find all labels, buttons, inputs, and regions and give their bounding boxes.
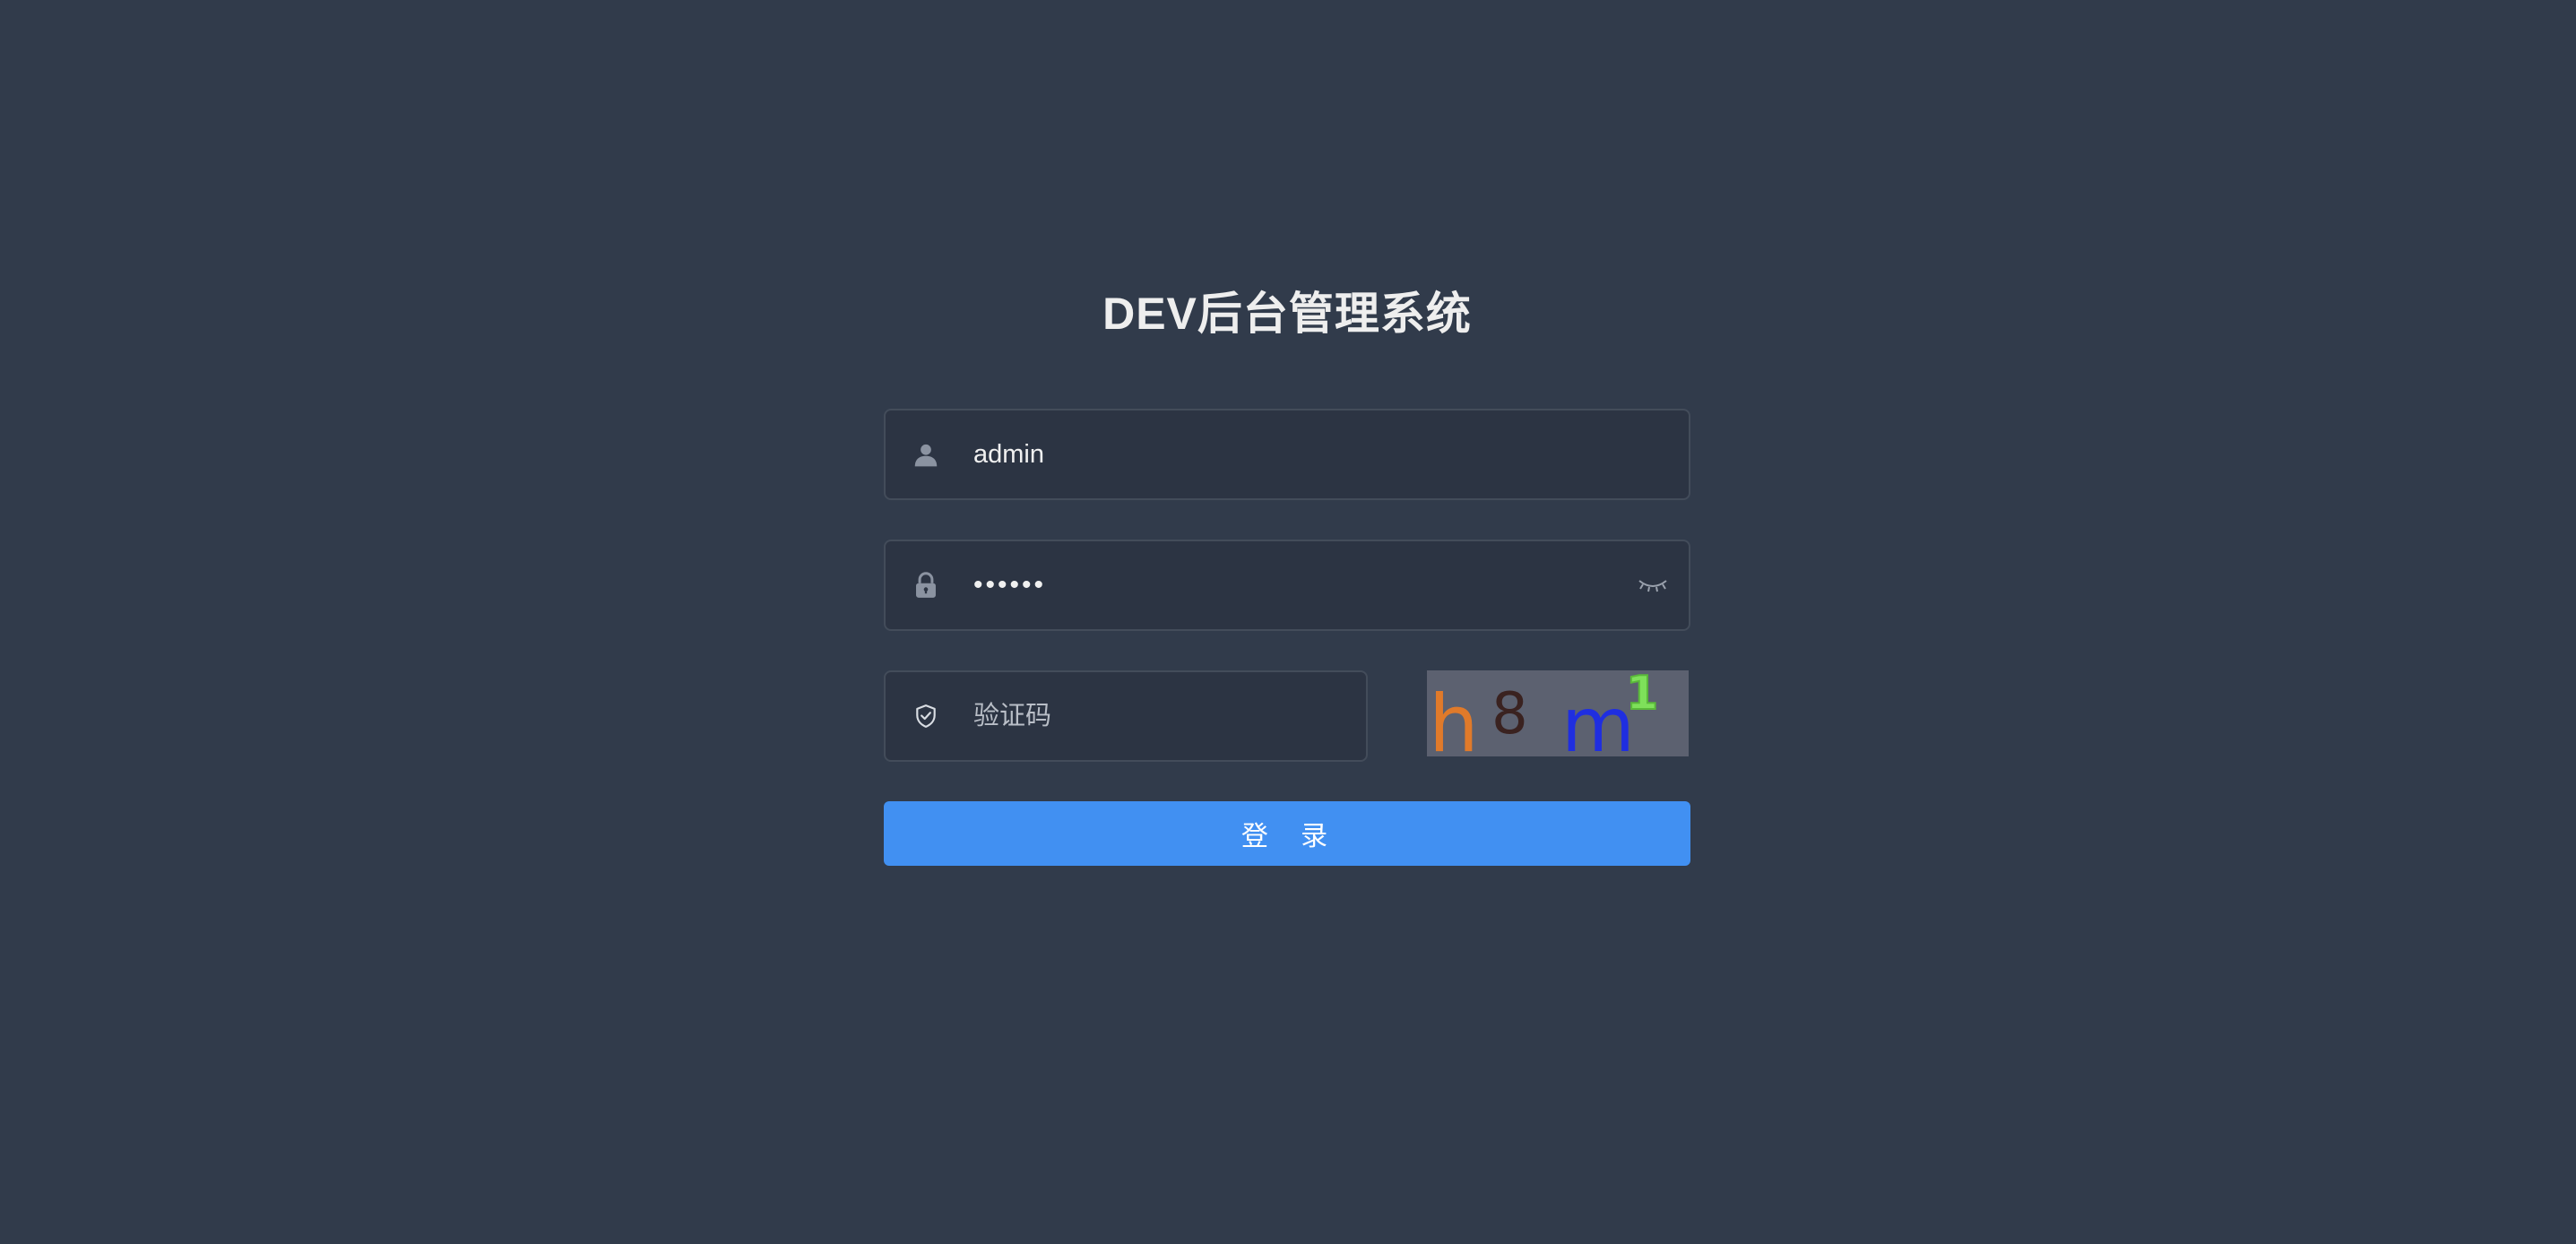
captcha-input[interactable] [966, 672, 1366, 760]
captcha-char: m [1561, 681, 1635, 756]
password-field-container [884, 540, 1690, 631]
username-field-container [884, 409, 1690, 500]
captcha-field-container [884, 670, 1368, 762]
login-form: DEV后台管理系统 admin •••••• 验证码 h 8 m 1 登 录 [884, 269, 1690, 866]
login-button[interactable]: 登 录 [884, 801, 1690, 866]
user-icon [886, 410, 966, 498]
captcha-char: 8 [1491, 681, 1528, 747]
captcha-char: 1 [1625, 670, 1659, 721]
eye-closed-icon[interactable] [1617, 541, 1689, 629]
lock-icon [886, 541, 966, 629]
username-input[interactable] [966, 410, 1689, 498]
password-input[interactable] [966, 541, 1617, 629]
captcha-row: h 8 m 1 [884, 670, 1690, 762]
captcha-char: h [1429, 678, 1479, 756]
captcha-image[interactable]: h 8 m 1 [1427, 670, 1689, 756]
page-title: DEV后台管理系统 [1102, 289, 1472, 339]
shield-check-icon [886, 672, 966, 760]
